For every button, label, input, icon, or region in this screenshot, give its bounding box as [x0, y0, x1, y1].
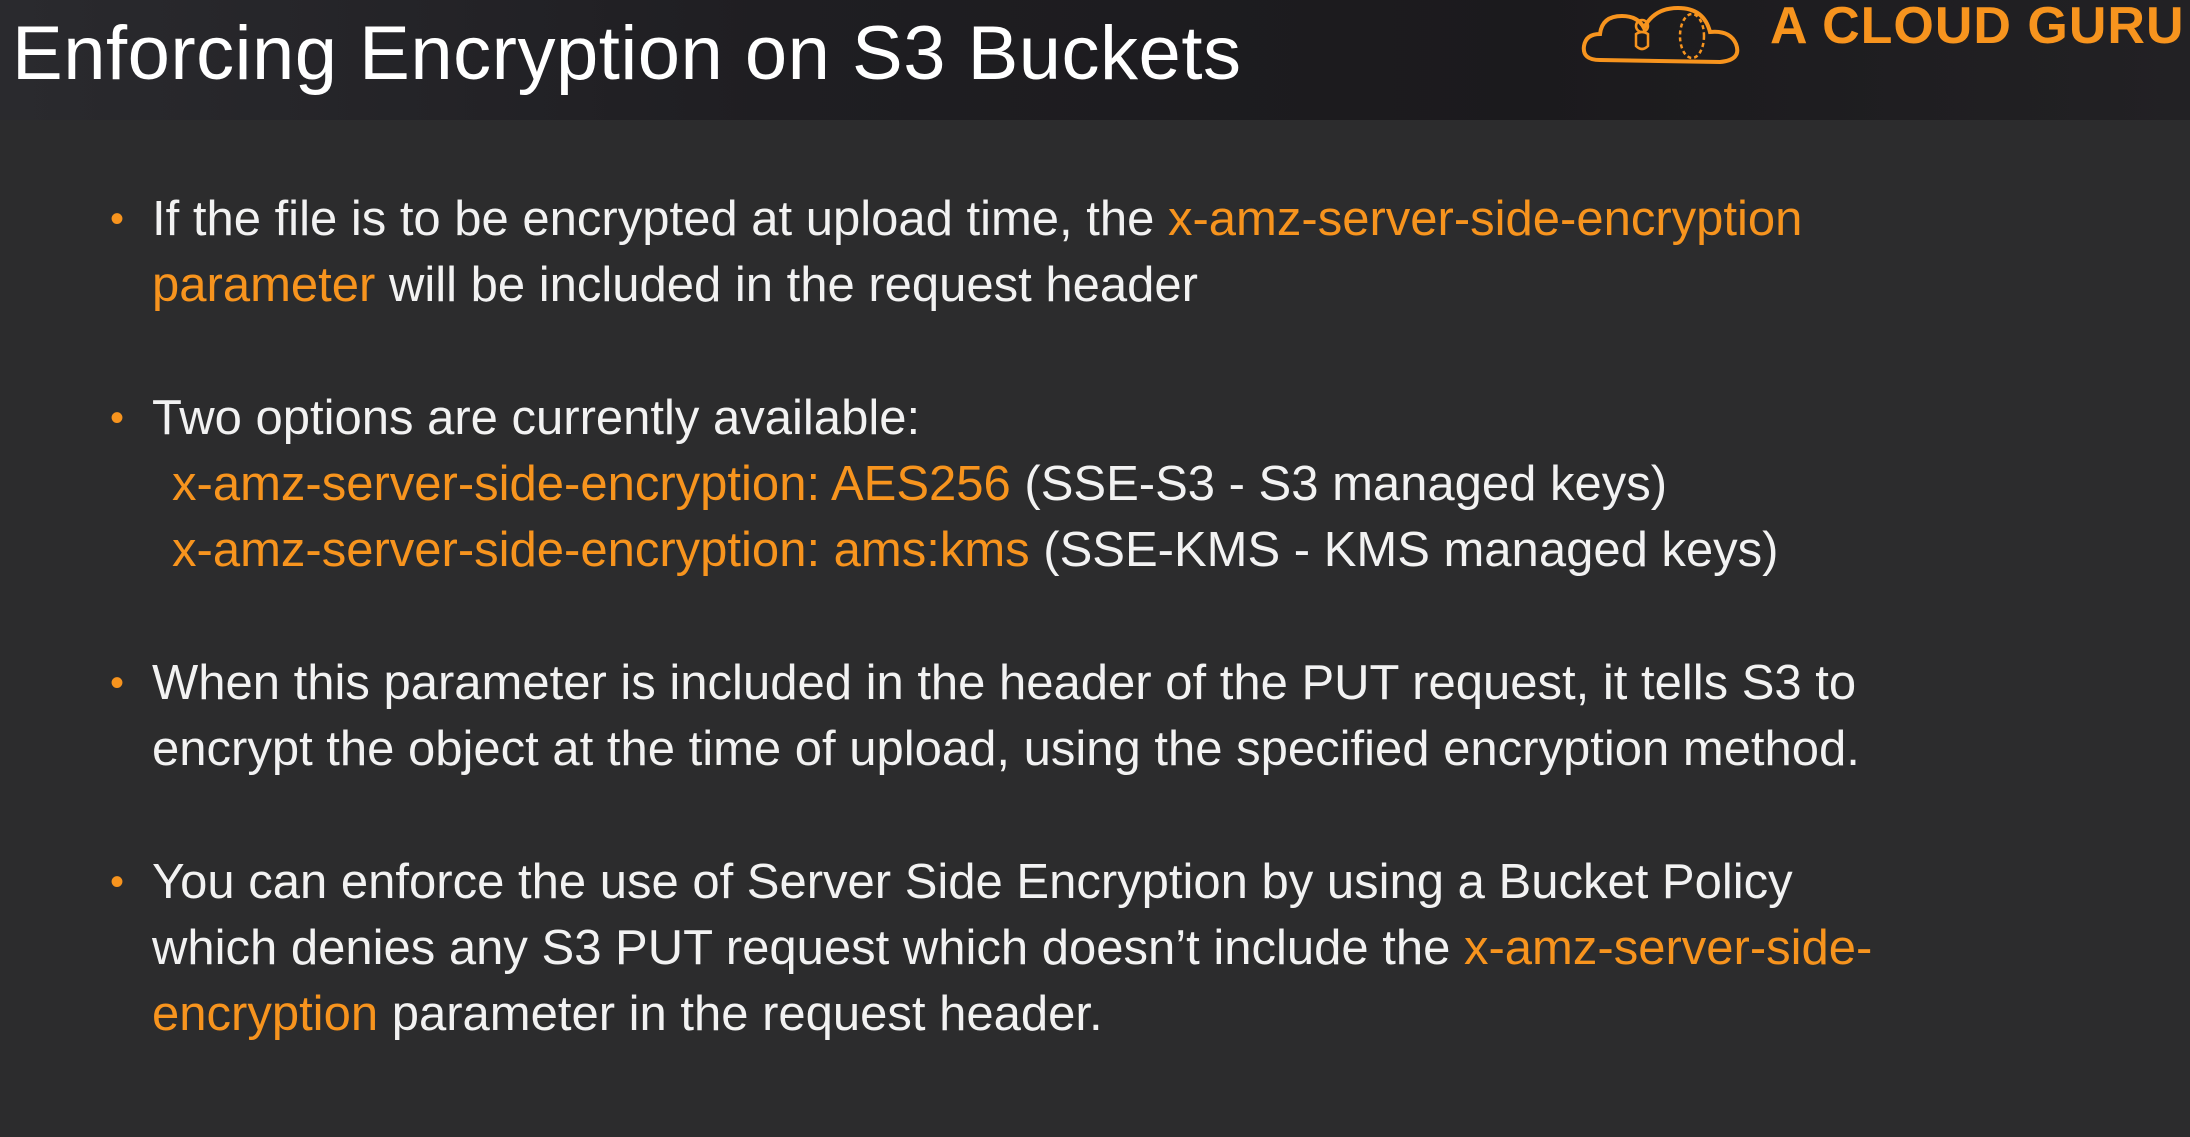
bullet-text: (SSE-S3 - S3 managed keys) — [1010, 457, 1668, 511]
highlight-text: x-amz-server-side-encryption: AES256 — [172, 457, 1011, 511]
bullet-line: Two options are currently available: — [152, 385, 2160, 451]
bullet-item: • Two options are currently available: x… — [100, 385, 2160, 583]
logo-text: A CLOUD GURU — [1770, 0, 2185, 55]
highlight-text: encryption — [152, 987, 379, 1041]
bullet-line: parameter will be included in the reques… — [152, 252, 2160, 318]
bullet-text: parameter in the request header. — [378, 987, 1103, 1041]
brand-logo: A CLOUD GURU — [1580, 0, 2190, 80]
cloud-guru-icon — [1581, 5, 1740, 65]
bullet-text: which denies any S3 PUT request which do… — [152, 921, 1464, 975]
highlight-text: parameter — [152, 258, 376, 312]
bullet-text: When this parameter is included in the h… — [152, 656, 1857, 710]
bullet-text: Two options are currently available: — [152, 391, 921, 445]
bullet-dot-icon: • — [110, 661, 125, 705]
bullet-list: • If the file is to be encrypted at uplo… — [100, 186, 2160, 1047]
option-line: x-amz-server-side-encryption: ams:kms (S… — [152, 517, 2160, 583]
slide-title: Enforcing Encryption on S3 Buckets — [12, 11, 1242, 96]
bullet-line: You can enforce the use of Server Side E… — [152, 849, 2160, 915]
highlight-text: x-amz-server-side- — [1463, 921, 1873, 975]
bullet-item: • You can enforce the use of Server Side… — [100, 849, 2160, 1047]
bullet-dot-icon: • — [110, 396, 125, 440]
bullet-line: If the file is to be encrypted at upload… — [152, 186, 2160, 252]
bullet-line: encryption parameter in the request head… — [152, 981, 2160, 1047]
option-line: x-amz-server-side-encryption: AES256 (SS… — [152, 451, 2160, 517]
bullet-text: You can enforce the use of Server Side E… — [152, 855, 1793, 909]
bullet-item: • If the file is to be encrypted at uplo… — [100, 186, 2160, 318]
highlight-text: x-amz-server-side-encryption — [1167, 192, 1803, 246]
bullet-line: When this parameter is included in the h… — [152, 650, 2160, 716]
bullet-dot-icon: • — [110, 860, 125, 904]
bullet-dot-icon: • — [110, 197, 125, 241]
bullet-text: encrypt the object at the time of upload… — [152, 722, 1860, 776]
bullet-text: will be included in the request header — [375, 258, 1198, 312]
slide-header: Enforcing Encryption on S3 Buckets A CLO… — [0, 0, 2190, 120]
bullet-text: (SSE-KMS - KMS managed keys) — [1029, 523, 1779, 577]
bullet-line: encrypt the object at the time of upload… — [152, 716, 2160, 782]
highlight-text: x-amz-server-side-encryption: ams:kms — [172, 523, 1030, 577]
bullet-text: If the file is to be encrypted at upload… — [152, 192, 1168, 246]
bullet-line: which denies any S3 PUT request which do… — [152, 915, 2160, 981]
bullet-item: • When this parameter is included in the… — [100, 650, 2160, 782]
slide: Enforcing Encryption on S3 Buckets A CLO… — [0, 0, 2190, 1137]
